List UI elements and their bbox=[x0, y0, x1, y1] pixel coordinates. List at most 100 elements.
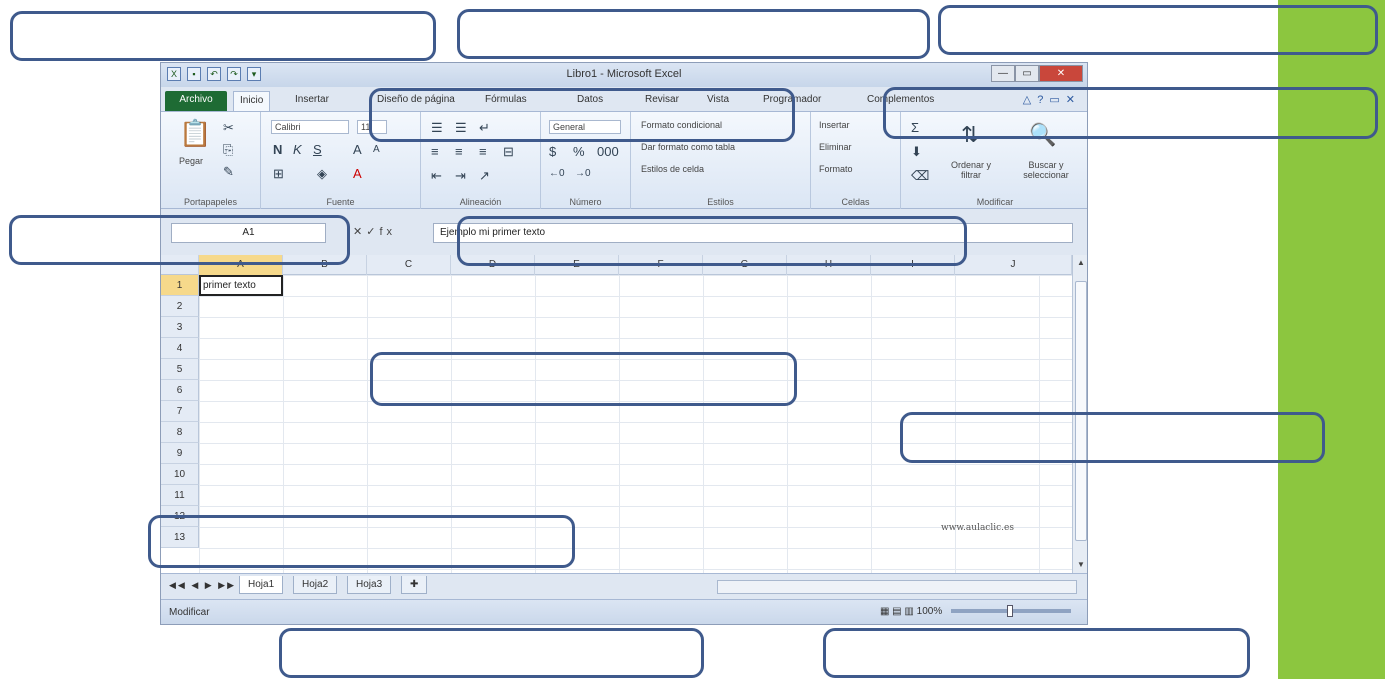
scroll-thumb[interactable] bbox=[1075, 281, 1087, 541]
callout-box-1 bbox=[10, 11, 436, 61]
scroll-down-icon[interactable]: ▼ bbox=[1073, 557, 1087, 573]
italic-icon[interactable]: K bbox=[293, 142, 302, 157]
group-label-estilos: Estilos bbox=[707, 197, 734, 207]
callout-box-2 bbox=[457, 9, 930, 59]
zoom-slider[interactable] bbox=[951, 605, 1071, 618]
thousands-icon[interactable]: 000 bbox=[597, 144, 619, 159]
delete-cells-button[interactable]: Eliminar bbox=[819, 142, 852, 152]
group-label-numero: Número bbox=[569, 197, 602, 207]
insert-sheet-icon[interactable]: ✚ bbox=[401, 576, 428, 594]
increase-indent-icon[interactable]: ⇥ bbox=[455, 168, 466, 184]
status-mode: Modificar bbox=[169, 607, 210, 618]
row-header-11[interactable]: 11 bbox=[161, 485, 199, 506]
sheet-tab-bar: ◀◀ ◀ ▶ ▶▶ Hoja1 Hoja2 Hoja3 ✚ bbox=[161, 573, 1087, 599]
sort-filter-label[interactable]: Ordenar y filtrar bbox=[941, 160, 1001, 180]
copy-icon[interactable]: ⎘ bbox=[223, 142, 233, 158]
group-label-fuente: Fuente bbox=[326, 197, 355, 207]
title-bar: X ▪ ↶ ↷ ▾ Libro1 - Microsoft Excel — ▭ ✕ bbox=[161, 63, 1087, 87]
group-label-celdas: Celdas bbox=[841, 197, 870, 207]
sheet-tab-hoja1[interactable]: Hoja1 bbox=[239, 576, 284, 594]
group-label-portapapeles: Portapapeles bbox=[183, 197, 238, 207]
align-right-icon[interactable]: ≡ bbox=[479, 144, 487, 159]
callout-box-8 bbox=[370, 352, 797, 406]
minimize-button[interactable]: — bbox=[991, 65, 1015, 82]
row-header-10[interactable]: 10 bbox=[161, 464, 199, 485]
column-header-c[interactable]: C bbox=[367, 255, 451, 275]
paste-label[interactable]: Pegar bbox=[179, 156, 203, 166]
group-label-modificar: Modificar bbox=[976, 197, 1014, 207]
clear-icon[interactable]: ⌫ bbox=[911, 168, 929, 184]
sheet-tab-hoja3[interactable]: Hoja3 bbox=[347, 576, 392, 594]
row-header-5[interactable]: 5 bbox=[161, 359, 199, 380]
row-header-3[interactable]: 3 bbox=[161, 317, 199, 338]
increase-decimal-icon[interactable]: ←0 bbox=[549, 168, 565, 179]
sheet-tab-hoja2[interactable]: Hoja2 bbox=[293, 576, 338, 594]
callout-box-4 bbox=[883, 87, 1378, 139]
group-label-alineacion: Alineación bbox=[459, 197, 502, 207]
page-break-icon[interactable]: ▥ bbox=[904, 606, 913, 617]
row-header-4[interactable]: 4 bbox=[161, 338, 199, 359]
zoom-controls: ▦ ▤ ▥ 100% bbox=[880, 605, 1077, 618]
row-header-2[interactable]: 2 bbox=[161, 296, 199, 317]
formula-buttons: ✕✓fx bbox=[353, 225, 396, 238]
fill-color-icon[interactable]: ◈ bbox=[317, 166, 327, 182]
enter-icon[interactable]: ✓ bbox=[366, 226, 379, 238]
column-header-j[interactable]: J bbox=[955, 255, 1072, 275]
row-header-7[interactable]: 7 bbox=[161, 401, 199, 422]
callout-box-3 bbox=[938, 5, 1378, 55]
format-as-table-button[interactable]: Dar formato como tabla bbox=[641, 142, 735, 152]
callout-box-11 bbox=[279, 628, 704, 678]
fill-icon[interactable]: ⬇ bbox=[911, 144, 922, 160]
callout-box-9 bbox=[900, 412, 1325, 463]
percent-icon[interactable]: % bbox=[573, 144, 585, 159]
callout-box-6 bbox=[9, 215, 350, 265]
tab-insertar[interactable]: Insertar bbox=[289, 91, 335, 111]
paste-icon[interactable]: 📋 bbox=[179, 118, 211, 149]
merge-center-icon[interactable]: ⊟ bbox=[503, 144, 514, 160]
close-button[interactable]: ✕ bbox=[1039, 65, 1083, 82]
scroll-up-icon[interactable]: ▲ bbox=[1073, 255, 1087, 271]
fx-icon[interactable]: fx bbox=[379, 226, 396, 238]
row-header-6[interactable]: 6 bbox=[161, 380, 199, 401]
decrease-decimal-icon[interactable]: →0 bbox=[575, 168, 591, 179]
watermark-text: www.aulaclic.es bbox=[941, 523, 1014, 533]
find-select-label[interactable]: Buscar y seleccionar bbox=[1011, 160, 1081, 180]
sheet-navigation-icons[interactable]: ◀◀ ◀ ▶ ▶▶ bbox=[169, 580, 236, 591]
tab-archivo[interactable]: Archivo bbox=[165, 91, 227, 111]
font-color-icon[interactable]: A bbox=[353, 166, 362, 181]
decrease-indent-icon[interactable]: ⇤ bbox=[431, 168, 442, 184]
cell-a1[interactable]: primer texto bbox=[199, 275, 283, 296]
align-center-icon[interactable]: ≡ bbox=[455, 144, 463, 159]
format-painter-icon[interactable]: ✎ bbox=[223, 164, 234, 180]
cut-icon[interactable]: ✂ bbox=[223, 120, 234, 136]
normal-view-icon[interactable]: ▦ bbox=[880, 606, 889, 617]
maximize-button[interactable]: ▭ bbox=[1015, 65, 1039, 82]
format-cells-button[interactable]: Formato bbox=[819, 164, 853, 174]
borders-icon[interactable]: ⊞ bbox=[273, 166, 284, 182]
callout-box-10 bbox=[148, 515, 575, 568]
underline-icon[interactable]: S bbox=[313, 142, 322, 157]
grow-font-icon[interactable]: A bbox=[353, 142, 362, 157]
align-left-icon[interactable]: ≡ bbox=[431, 144, 439, 159]
cell-styles-button[interactable]: Estilos de celda bbox=[641, 164, 704, 174]
shrink-font-icon[interactable]: A bbox=[373, 144, 380, 155]
row-header-1[interactable]: 1 bbox=[161, 275, 199, 296]
page-layout-icon[interactable]: ▤ bbox=[892, 606, 901, 617]
status-bar: Modificar ▦ ▤ ▥ 100% bbox=[161, 599, 1087, 624]
callout-box-12 bbox=[823, 628, 1250, 678]
zoom-level[interactable]: 100% bbox=[917, 606, 943, 617]
callout-box-5 bbox=[369, 88, 795, 142]
row-header-9[interactable]: 9 bbox=[161, 443, 199, 464]
callout-box-7 bbox=[457, 216, 967, 266]
font-name-select[interactable]: Calibri bbox=[271, 120, 349, 134]
horizontal-scrollbar[interactable] bbox=[717, 580, 1077, 594]
cancel-icon[interactable]: ✕ bbox=[353, 226, 366, 238]
row-header-8[interactable]: 8 bbox=[161, 422, 199, 443]
zoom-knob[interactable] bbox=[1007, 605, 1013, 618]
window-title: Libro1 - Microsoft Excel bbox=[566, 68, 682, 80]
currency-icon[interactable]: $ bbox=[549, 144, 556, 159]
tab-inicio[interactable]: Inicio bbox=[233, 91, 271, 111]
orientation-icon[interactable]: ↗ bbox=[479, 168, 490, 184]
bold-icon[interactable]: N bbox=[273, 142, 282, 157]
insert-cells-button[interactable]: Insertar bbox=[819, 120, 850, 130]
